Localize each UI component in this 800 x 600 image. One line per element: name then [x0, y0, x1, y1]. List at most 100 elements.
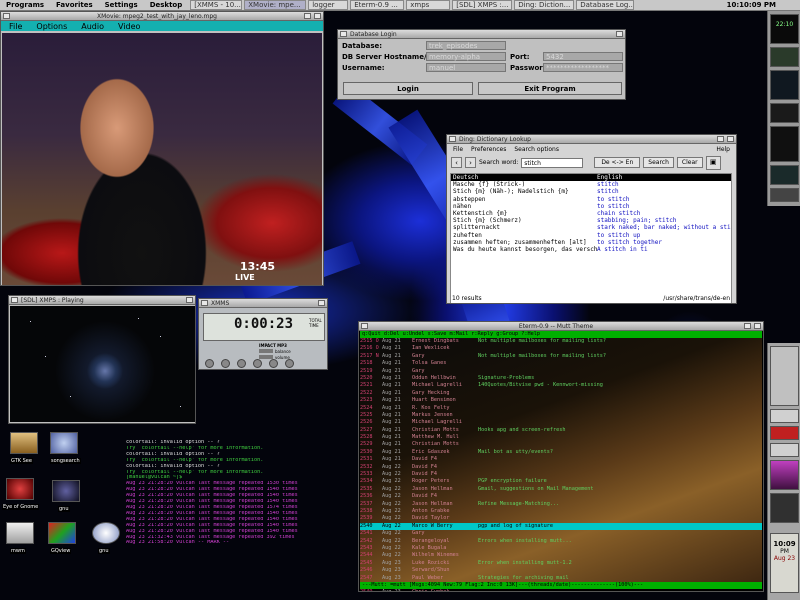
play-button[interactable] [221, 359, 230, 368]
balance-slider[interactable] [259, 349, 273, 353]
menu-preferences[interactable]: Preferences [471, 146, 506, 153]
results-list[interactable]: Deutsch English Masche {f} (Strick-) stitc… [450, 173, 732, 303]
dock-mail-app[interactable] [770, 188, 799, 202]
desktop-menu[interactable]: Desktop [144, 0, 189, 11]
message-row[interactable]: 2541 Aug 22 Gary [360, 530, 762, 537]
next-button[interactable] [269, 359, 278, 368]
message-row[interactable]: 2526 Aug 21 Michael Lagrelli [360, 419, 762, 426]
menu-options[interactable]: Options [36, 22, 67, 31]
dock-app-icon[interactable] [770, 443, 799, 457]
back-arrow-icon[interactable]: ‹ [451, 157, 462, 168]
message-row[interactable]: 2520 Aug 21 Oddun Hellbwin Signature-Proble… [360, 375, 762, 382]
message-row[interactable]: 2523 Aug 21 Huart Bensimon [360, 397, 762, 404]
message-row[interactable]: 2530 Aug 21 Eric Gdaszek Mail bot as utty/e… [360, 449, 762, 456]
message-row[interactable]: 2522 Aug 21 Gary Hecking [360, 390, 762, 397]
menu-search-options[interactable]: Search options [514, 146, 559, 153]
result-row[interactable]: splitternackt stark naked; bar naked; wit… [451, 224, 731, 231]
book-icon[interactable]: ▣ [705, 155, 721, 170]
message-row[interactable]: 2532 Aug 22 David F4 [360, 464, 762, 471]
result-row[interactable]: Was du heute kannst besorgen, das versch… [451, 246, 731, 253]
xmms-titlebar[interactable]: XMMS [199, 299, 327, 308]
message-row[interactable]: 2543 Aug 22 Kale Bugala [360, 545, 762, 552]
settings-menu[interactable]: Settings [99, 0, 144, 11]
favorites-menu[interactable]: Favorites [50, 0, 99, 11]
programs-menu[interactable]: Programs [0, 0, 50, 11]
eye-of-gnome-icon[interactable] [6, 478, 34, 500]
result-row[interactable]: Kettenstich {m} chain stitch [451, 210, 731, 217]
dock-clock-app[interactable]: 22:10 [770, 14, 799, 44]
message-row[interactable]: 2549Aug 23Chris Gunbak [360, 589, 762, 591]
message-row[interactable]: 2527 Aug 21 Christian Motts Hooks apg and s… [360, 427, 762, 434]
login-button[interactable]: Login [343, 82, 473, 95]
message-row[interactable]: 2529 Aug 21 Christian Motts [360, 441, 762, 448]
message-row[interactable]: 2516 O Aug 21 Ian Wexlicek [360, 345, 762, 352]
message-row[interactable]: 2545 Aug 23 Luke Rozicki Error when install… [360, 560, 762, 567]
mwm-icon[interactable] [6, 522, 34, 544]
gtk-see-icon[interactable] [10, 432, 38, 454]
menu-audio[interactable]: Audio [81, 22, 104, 31]
username-field[interactable]: manuel [426, 63, 506, 72]
message-row[interactable]: 2524 Aug 21 R. Kos Felty [360, 405, 762, 412]
message-row[interactable]: 2534 Aug 22 Roger Peters PGP encryption fai… [360, 478, 762, 485]
message-row[interactable]: 2537 Aug 22 Jason Hellman Refine Message-Ma… [360, 501, 762, 508]
message-row[interactable]: 2531 Aug 21 David F4 [360, 456, 762, 463]
message-row[interactable]: 2525 Aug 21 Markus Jensen [360, 412, 762, 419]
sdl-titlebar[interactable]: [SDL] XMPS : Playing [9, 296, 195, 305]
message-row[interactable]: 2521 Aug 21 Michael Lagrelli 140Quotes/Bitv… [360, 382, 762, 389]
search-button[interactable]: Search [643, 157, 674, 168]
menu-help[interactable]: Help [716, 146, 736, 153]
gnu-disc-icon[interactable] [92, 522, 120, 544]
message-row[interactable]: 2518 Aug 21 Tolsa Ganes [360, 360, 762, 367]
message-row[interactable]: 2539 Aug 22 David Taylor [360, 515, 762, 522]
task-xmms[interactable]: [XMMS - 10... [190, 0, 243, 10]
result-row[interactable]: Masche {f} (Strick-) stitch [451, 181, 731, 188]
dock-disk-monitor[interactable] [770, 165, 799, 185]
stop-button[interactable] [253, 359, 262, 368]
message-row[interactable]: 2547 Aug 23 Paul Weber Strategies for archi… [360, 575, 762, 582]
task-logger[interactable]: logger [308, 0, 349, 10]
message-row[interactable]: 2538 Aug 22 Anton Grabke [360, 508, 762, 515]
dock-settings-icon[interactable] [770, 409, 799, 423]
ding-titlebar[interactable]: Ding: Dictionary Lookup [447, 135, 736, 144]
menu-file[interactable]: File [9, 22, 22, 31]
message-row[interactable]: 2517 N Aug 21 Gary Not multiple mailboxes f… [360, 353, 762, 360]
dock-mem-monitor[interactable] [770, 70, 799, 100]
dock-cpu-monitor[interactable] [770, 47, 799, 67]
task-sdl-xmps[interactable]: [SDL] XMPS :... [452, 0, 513, 10]
close-icon[interactable] [616, 31, 623, 37]
log-terminal[interactable]: colortail: invalid option -- ? Try `color… [126, 440, 358, 600]
prev-button[interactable] [205, 359, 214, 368]
dock-monitor-icon[interactable] [770, 493, 799, 523]
window-menu-icon[interactable] [201, 300, 208, 306]
message-index[interactable]: 2515 O Aug 21 Ernest Dingbats Not multiple … [360, 338, 762, 591]
gnu-eye-icon[interactable] [52, 480, 80, 502]
window-menu-icon[interactable] [449, 136, 456, 142]
mutt-body[interactable]: q:Quit d:Del u:Undel s:Save m:Mail r:Rep… [360, 331, 762, 591]
message-row[interactable]: 2515 O Aug 21 Ernest Dingbats Not multiple … [360, 338, 762, 345]
result-row[interactable]: zusammen heften; zusammenheften [alt] to … [451, 239, 731, 246]
message-row[interactable]: 2536 Aug 22 David F4 [360, 493, 762, 500]
close-icon[interactable] [318, 300, 325, 306]
message-row[interactable]: 2533 Aug 22 David F4 [360, 471, 762, 478]
password-field[interactable]: ****************** [543, 63, 623, 72]
task-xmovie[interactable]: XMovie: mpe... [244, 0, 307, 10]
message-row[interactable]: 2519 Aug 21 Gary [360, 368, 762, 375]
xmovie-titlebar[interactable]: XMovie: mpeg2_test_with_jay_leno.mpg [1, 12, 323, 21]
window-menu-icon[interactable] [3, 13, 10, 19]
dock-star-icon[interactable] [770, 426, 799, 440]
minimize-icon[interactable] [304, 13, 311, 19]
exit-program-button[interactable]: Exit Program [478, 82, 622, 95]
task-eterm[interactable]: Eterm-0.9 ... [350, 0, 405, 10]
database-field[interactable]: trek_episodes [426, 41, 506, 50]
window-menu-icon[interactable] [361, 323, 368, 329]
result-row[interactable]: Stich {m} (Schmerz) stabbing; pain; stitc… [451, 217, 731, 224]
dock-net-monitor[interactable] [770, 103, 799, 123]
dock-pager[interactable] [770, 346, 799, 406]
search-input[interactable]: stitch [521, 157, 584, 168]
minimize-icon[interactable] [744, 323, 751, 329]
message-row[interactable]: 2535 Aug 22 Jason Hellman Gmail, suggestion… [360, 486, 762, 493]
close-icon[interactable] [186, 297, 193, 303]
result-row[interactable]: zuheften to stitch up [451, 232, 731, 239]
hostname-field[interactable]: memory-alpha [426, 52, 506, 61]
message-row[interactable]: 2544 Aug 22 Wilhelm Winemes [360, 552, 762, 559]
